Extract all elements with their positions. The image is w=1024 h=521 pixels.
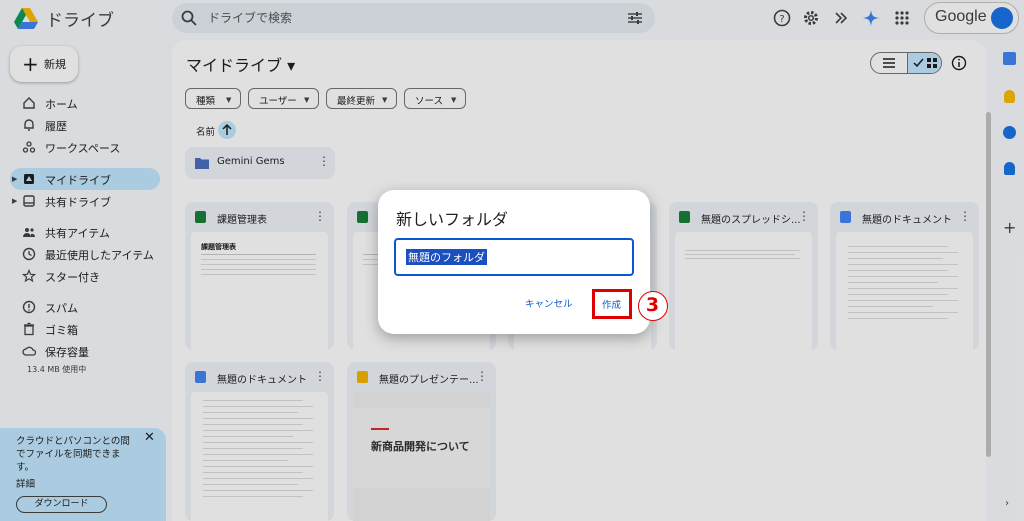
create-button[interactable]: 作成 — [592, 289, 632, 319]
cancel-button[interactable]: キャンセル — [525, 296, 573, 310]
create-button-label: 作成 — [602, 300, 622, 311]
folder-name-input-value: 無題のフォルダ — [406, 249, 487, 265]
step-number: 3 — [645, 294, 660, 316]
new-folder-dialog: 新しいフォルダ 無題のフォルダ キャンセル 作成 — [378, 190, 650, 334]
step-number-badge: 3 — [638, 291, 668, 321]
folder-name-input[interactable]: 無題のフォルダ — [394, 238, 634, 276]
dialog-title: 新しいフォルダ — [396, 210, 509, 229]
